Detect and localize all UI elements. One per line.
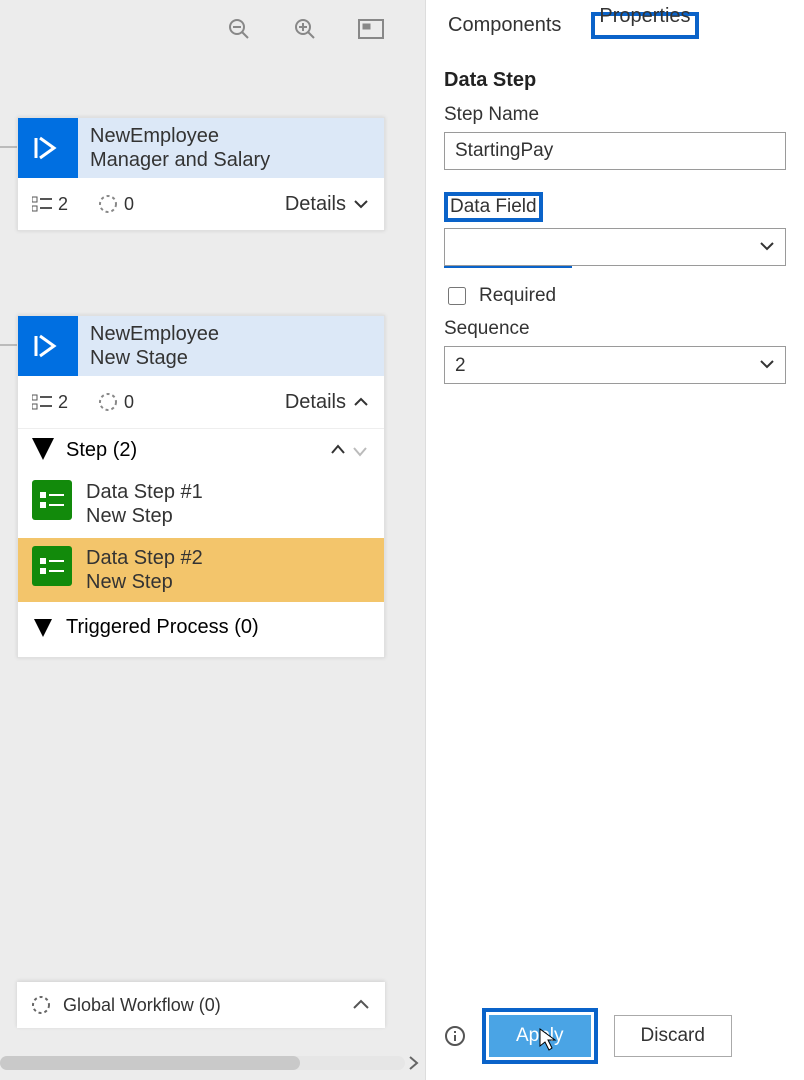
- stage-header: NewEmployee Manager and Salary: [18, 118, 384, 178]
- horizontal-scrollbar-track[interactable]: [0, 1056, 405, 1070]
- global-workflow-label: Global Workflow (0): [63, 995, 221, 1016]
- triggered-process-label: Triggered Process (0): [66, 616, 259, 639]
- steps-count-value: 2: [58, 194, 68, 215]
- steps-section-label: Step (2): [66, 439, 137, 462]
- discard-button[interactable]: Discard: [614, 1015, 732, 1057]
- stage-name: Manager and Salary: [90, 148, 270, 172]
- stage-card-new-stage[interactable]: NewEmployee New Stage 2 0 Details: [17, 315, 385, 658]
- details-label: Details: [285, 193, 346, 216]
- data-step-title: Data Step #1: [86, 480, 203, 504]
- scroll-right-icon[interactable]: [405, 1055, 421, 1071]
- data-step-title: Data Step #2: [86, 546, 203, 570]
- global-workflow-bar[interactable]: Global Workflow (0): [17, 982, 385, 1028]
- steps-count: 2: [32, 194, 68, 215]
- panel-section-title: Data Step: [444, 69, 786, 92]
- apply-button[interactable]: Apply: [489, 1015, 591, 1057]
- stage-chevron-icon: [18, 118, 78, 178]
- triggered-count: 0: [98, 194, 134, 215]
- triggered-count-value: 0: [124, 392, 134, 413]
- triangle-collapsed-icon: [32, 617, 54, 639]
- dashed-circle-icon: [31, 995, 51, 1015]
- connector-line: [0, 146, 18, 148]
- triangle-expanded-icon: [32, 438, 54, 460]
- properties-panel: Components Properties Data Step Step Nam…: [425, 0, 804, 1080]
- stage-entity: NewEmployee: [90, 124, 270, 148]
- stage-header: NewEmployee New Stage: [18, 316, 384, 376]
- data-step-subtitle: New Step: [86, 570, 203, 594]
- steps-count: 2: [32, 392, 68, 413]
- data-step-row-selected[interactable]: Data Step #2 New Step: [18, 538, 384, 602]
- fit-to-screen-icon[interactable]: [357, 15, 385, 43]
- details-toggle[interactable]: Details: [285, 193, 370, 216]
- steps-section[interactable]: Step (2): [18, 428, 384, 472]
- sequence-select[interactable]: 2: [444, 346, 786, 384]
- info-icon: [444, 1025, 466, 1047]
- steps-count-value: 2: [58, 392, 68, 413]
- chevron-up-icon: [352, 393, 370, 411]
- triggered-count: 0: [98, 392, 134, 413]
- chevron-up-icon[interactable]: [351, 995, 371, 1015]
- tab-components[interactable]: Components: [444, 12, 565, 39]
- data-step-row[interactable]: Data Step #1 New Step: [18, 472, 384, 536]
- tab-properties[interactable]: Properties: [595, 3, 694, 29]
- zoom-out-icon[interactable]: [225, 15, 253, 43]
- stage-entity: NewEmployee: [90, 322, 219, 346]
- triggered-count-value: 0: [124, 194, 134, 215]
- canvas-toolbar: [225, 15, 385, 43]
- data-field-label: Data Field: [448, 196, 539, 218]
- step-name-label: Step Name: [444, 104, 786, 126]
- required-label: Required: [479, 285, 556, 307]
- move-up-icon[interactable]: [328, 441, 348, 461]
- move-down-icon[interactable]: [350, 441, 370, 461]
- stage-chevron-icon: [18, 316, 78, 376]
- designer-canvas: NewEmployee Manager and Salary 2 0 Detai…: [0, 0, 425, 1080]
- triggered-process-section[interactable]: Triggered Process (0): [18, 602, 384, 657]
- details-label: Details: [285, 391, 346, 414]
- required-checkbox[interactable]: [448, 287, 466, 305]
- data-step-icon: [32, 546, 72, 586]
- stage-name: New Stage: [90, 346, 219, 370]
- step-name-input[interactable]: [444, 132, 786, 170]
- connector-line: [0, 344, 18, 346]
- details-toggle[interactable]: Details: [285, 391, 370, 414]
- data-field-select[interactable]: StartingPay: [444, 228, 786, 266]
- stage-card-manager-salary[interactable]: NewEmployee Manager and Salary 2 0 Detai…: [17, 117, 385, 231]
- horizontal-scrollbar-thumb[interactable]: [0, 1056, 300, 1070]
- sequence-label: Sequence: [444, 318, 786, 340]
- data-step-icon: [32, 480, 72, 520]
- chevron-down-icon: [352, 195, 370, 213]
- data-step-subtitle: New Step: [86, 504, 203, 528]
- zoom-in-icon[interactable]: [291, 15, 319, 43]
